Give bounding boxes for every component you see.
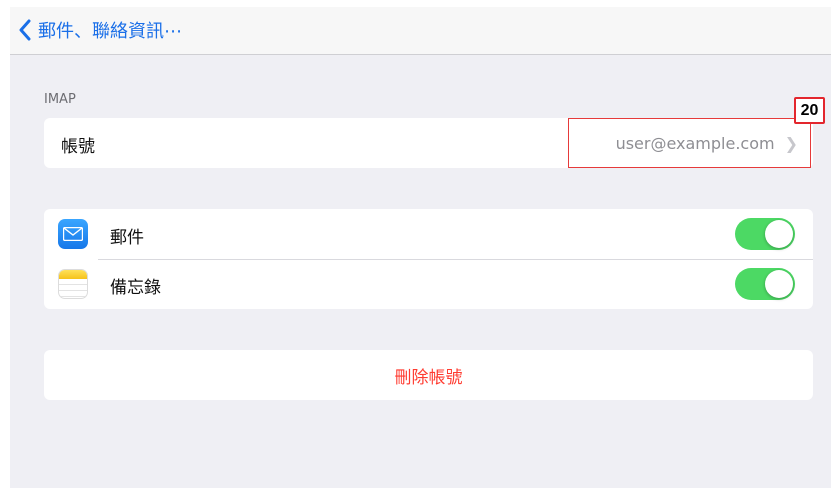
- chevron-right-icon: ❯: [784, 133, 798, 153]
- back-label: 郵件、聯絡資訊⋯: [38, 21, 182, 42]
- toggle-knob: [765, 270, 793, 298]
- chevron-left-icon: [19, 19, 31, 41]
- section-header: IMAP: [44, 92, 76, 107]
- account-row[interactable]: 帳號 user@example.com ❯: [44, 118, 813, 168]
- notes-toggle[interactable]: [735, 268, 795, 300]
- account-label: 帳號: [61, 137, 95, 157]
- notes-app-icon: [58, 269, 88, 299]
- back-button[interactable]: 郵件、聯絡資訊⋯: [18, 17, 182, 43]
- account-value-cell[interactable]: user@example.com ❯: [568, 118, 811, 168]
- account-email: user@example.com: [615, 133, 775, 153]
- notes-label: 備忘錄: [110, 278, 161, 298]
- delete-account-button[interactable]: 刪除帳號: [44, 350, 813, 400]
- account-group: 帳號 user@example.com ❯: [44, 118, 813, 168]
- mail-label: 郵件: [110, 228, 144, 248]
- settings-screen: 郵件、聯絡資訊⋯ IMAP 帳號 user@example.com ❯ 郵件 備…: [10, 7, 831, 488]
- notes-row: 備忘錄: [44, 259, 813, 309]
- annotation-badge: 20: [794, 97, 825, 124]
- navigation-bar: 郵件、聯絡資訊⋯: [10, 7, 831, 55]
- app-toggles-group: 郵件 備忘錄: [44, 209, 813, 309]
- delete-group: 刪除帳號: [44, 350, 813, 400]
- toggle-knob: [765, 220, 793, 248]
- mail-row: 郵件: [44, 209, 813, 259]
- mail-toggle[interactable]: [735, 218, 795, 250]
- mail-app-icon: [58, 219, 88, 249]
